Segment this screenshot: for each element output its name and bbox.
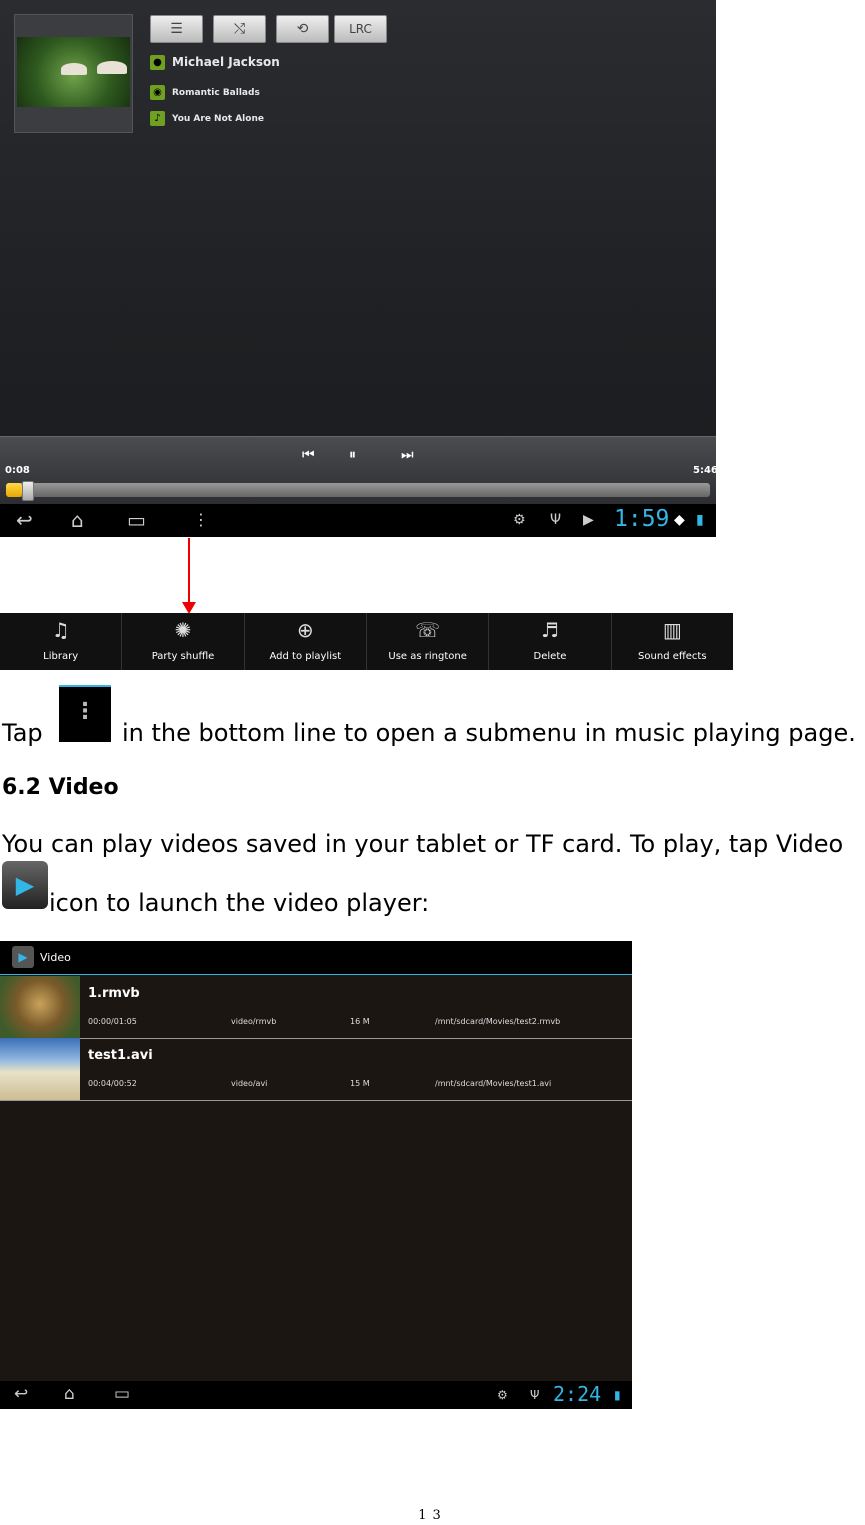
party-shuffle-icon: ✺ (174, 618, 192, 642)
artist-row: ● Michael Jackson (150, 55, 280, 73)
pointer-arrow-line (188, 538, 190, 604)
battery-icon: ▮ (614, 1388, 621, 1402)
home-icon[interactable]: ⌂ (71, 508, 84, 532)
playback-controls: ⏮ ⏸ ⏭ 0:08 5:46 (0, 436, 716, 505)
video-paragraph-line2: icon to launch the video player: (49, 889, 430, 917)
overflow-menu-icon[interactable]: ⋮ (193, 510, 209, 529)
status-clock: 2:24 (553, 1382, 602, 1406)
previous-track-icon[interactable]: ⏮ (302, 447, 315, 463)
shuffle-button[interactable]: ⤭ (213, 15, 266, 43)
current-time: 0:08 (5, 465, 30, 476)
delete-icon: ♬ (541, 618, 559, 642)
menu-item-label: Party shuffle (151, 651, 215, 662)
usb-icon: Ψ (530, 1388, 540, 1402)
menu-item-add-to-playlist[interactable]: ⊕ Add to playlist (245, 613, 367, 670)
seek-bar-fill (6, 483, 23, 497)
video-player-screenshot: ▶ Video 1.rmvb 00:00/01:05 video/rmvb 16… (0, 941, 632, 1409)
menu-item-label: Delete (533, 651, 567, 662)
system-nav-bar: ↩ ⌂ ▭ ⚙ Ψ 2:24 ▮ (0, 1381, 632, 1409)
system-nav-bar: ↩ ⌂ ▭ ⋮ ⚙ Ψ ▶ 1:59 ◆ ▮ (0, 504, 716, 537)
tap-instruction-start: Tap (2, 719, 43, 747)
menu-item-label: Sound effects (638, 651, 707, 662)
clapperboard-icon: ▶ (12, 946, 34, 968)
android-debug-icon: ⚙ (497, 1388, 508, 1402)
android-debug-icon: ⚙ (513, 512, 526, 528)
menu-item-library[interactable]: ♫ Library (0, 613, 123, 670)
back-icon[interactable]: ↩ (14, 1384, 28, 1404)
microphone-icon: ● (150, 55, 165, 70)
video-thumbnail (0, 976, 80, 1038)
equalizer-icon: ▥ (662, 618, 682, 642)
video-app-title: Video (40, 951, 71, 964)
album-art (14, 14, 133, 133)
video-file-name: 1.rmvb (88, 986, 140, 1001)
section-heading: 6.2 Video (2, 775, 119, 800)
menu-overflow-icon: ⋮ (59, 685, 111, 742)
video-mime-type: video/rmvb (231, 1017, 277, 1026)
menu-item-delete[interactable]: ♬ Delete (489, 613, 612, 670)
seek-bar-thumb[interactable] (22, 481, 35, 501)
recent-apps-icon[interactable]: ▭ (114, 1384, 130, 1404)
video-thumbnail (0, 1038, 80, 1100)
video-app-header: ▶ Video (0, 941, 632, 975)
track-row: ♪ You Are Not Alone (150, 111, 264, 129)
video-size: 15 M (350, 1079, 370, 1088)
recent-apps-icon[interactable]: ▭ (127, 508, 146, 532)
video-mime-type: video/avi (231, 1079, 268, 1088)
plus-circle-icon: ⊕ (296, 618, 314, 642)
menu-item-party-shuffle[interactable]: ✺ Party shuffle (122, 613, 245, 670)
menu-item-label: Add to playlist (269, 651, 342, 662)
video-list-item[interactable]: test1.avi 00:04/00:52 video/avi 15 M /mn… (0, 1038, 632, 1101)
seek-bar[interactable] (6, 481, 710, 501)
video-path: /mnt/sdcard/Movies/test2.rmvb (435, 1017, 561, 1026)
playlist-icon: ☰ (170, 21, 183, 37)
album-name: Romantic Ballads (172, 88, 260, 98)
video-path: /mnt/sdcard/Movies/test1.avi (435, 1079, 552, 1088)
shuffle-icon: ⤭ (233, 21, 246, 37)
video-duration: 00:00/01:05 (88, 1017, 137, 1026)
video-app-icon: ▶ (2, 861, 48, 909)
wifi-icon: ◆ (674, 512, 685, 528)
lrc-button[interactable]: LRC (334, 15, 387, 43)
menu-item-sound-effects[interactable]: ▥ Sound effects (612, 613, 733, 670)
tap-instruction-end: in the bottom line to open a submenu in … (122, 719, 856, 747)
video-paragraph-line1: You can play videos saved in your tablet… (2, 830, 844, 858)
menu-item-label: Library (43, 651, 79, 662)
video-list-item[interactable]: 1.rmvb 00:00/01:05 video/rmvb 16 M /mnt/… (0, 976, 632, 1039)
video-file-name: test1.avi (88, 1048, 153, 1063)
menu-item-use-as-ringtone[interactable]: ☏ Use as ringtone (367, 613, 490, 670)
pause-icon[interactable]: ⏸ (349, 447, 356, 463)
battery-icon: ▮ (696, 512, 704, 528)
menu-item-label: Use as ringtone (388, 651, 467, 662)
back-icon[interactable]: ↩ (16, 508, 33, 532)
playlist-button[interactable]: ☰ (150, 15, 203, 43)
music-note-icon: ♪ (150, 111, 165, 126)
artist-name: Michael Jackson (172, 55, 280, 69)
video-duration: 00:04/00:52 (88, 1079, 137, 1088)
repeat-button[interactable]: ⟲ (276, 15, 329, 43)
album-row: ◉ Romantic Ballads (150, 85, 260, 103)
media-playing-icon: ▶ (583, 512, 594, 528)
video-size: 16 M (350, 1017, 370, 1026)
status-clock: 1:59 (614, 506, 670, 532)
next-track-icon[interactable]: ⏭ (401, 447, 414, 463)
repeat-icon: ⟲ (296, 21, 309, 37)
usb-icon: Ψ (550, 512, 562, 528)
page-number: 13 (418, 1508, 447, 1523)
track-name: You Are Not Alone (172, 114, 264, 124)
album-art-image (17, 37, 130, 107)
home-icon[interactable]: ⌂ (64, 1384, 75, 1404)
lrc-button-label: LRC (349, 22, 372, 36)
disc-icon: ◉ (150, 85, 165, 100)
ringtone-icon: ☏ (415, 618, 441, 642)
music-submenu: ♫ Library ✺ Party shuffle ⊕ Add to playlist… (0, 613, 733, 670)
total-time: 5:46 (693, 465, 716, 476)
music-player-screenshot: ☰ ⤭ ⟲ LRC ● Michael Jackson ◉ Romantic Bal… (0, 0, 716, 537)
music-note-icon: ♫ (51, 618, 70, 642)
